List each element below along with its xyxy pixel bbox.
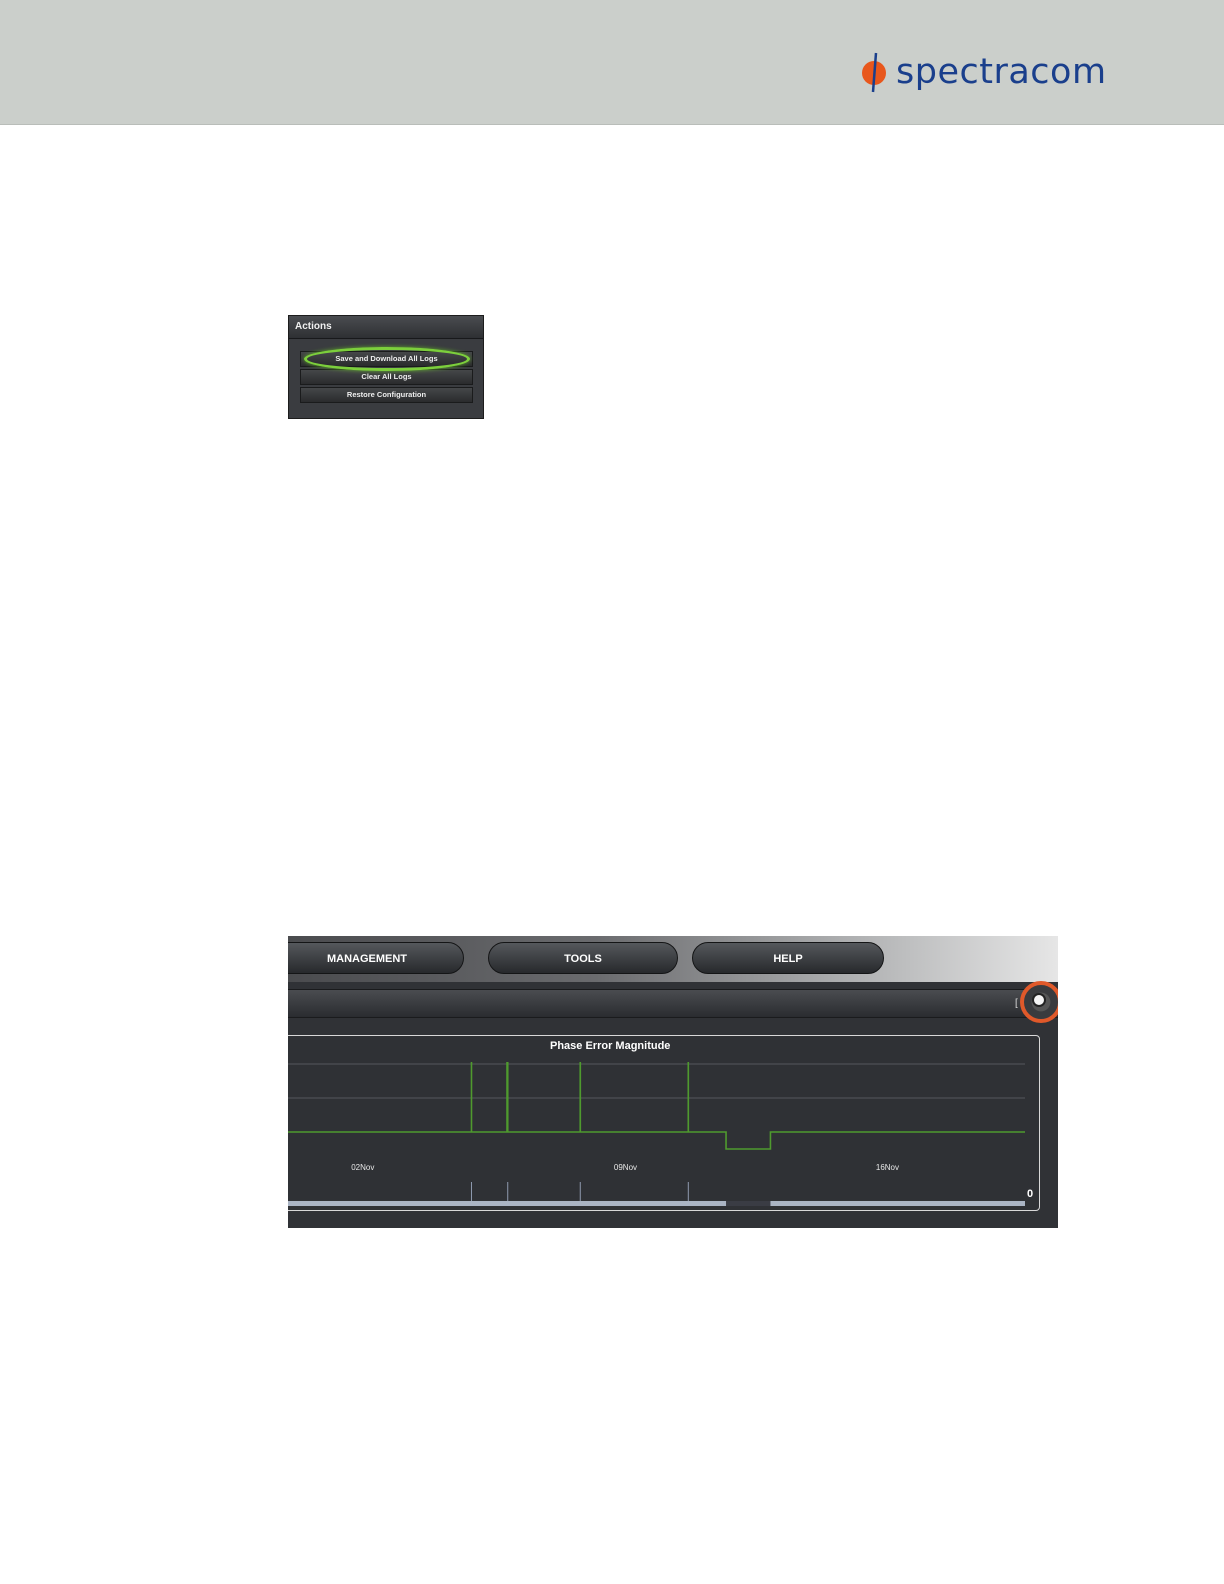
save-and-download-all-logs-button[interactable]: Save and Download All Logs <box>300 351 473 367</box>
phase-error-series-line <box>288 1062 1025 1150</box>
panel-title-bar <box>288 989 1058 1018</box>
chart-title: Phase Error Magnitude <box>550 1040 670 1052</box>
panel-bracket-icon: [ <box>1015 998 1018 1009</box>
nav-management-button[interactable]: MANAGEMENT <box>288 942 464 974</box>
phase-error-screenshot: MANAGEMENT TOOLS HELP [ Phase Error Magn… <box>288 936 1058 1228</box>
phase-error-chart: Phase Error Magnitude 02Nov 09Nov 16Nov 0 <box>288 1035 1040 1211</box>
restore-configuration-button[interactable]: Restore Configuration <box>300 387 473 403</box>
nav-tools-button[interactable]: TOOLS <box>488 942 678 974</box>
x-tick-label: 02Nov <box>351 1163 374 1172</box>
chart-svg: Phase Error Magnitude 02Nov 09Nov 16Nov 0 <box>288 1040 1033 1206</box>
x-tick-label: 09Nov <box>614 1163 637 1172</box>
actions-panel: Actions Save and Download All Logs Clear… <box>288 315 484 419</box>
y-tick-label: 0 <box>1027 1188 1033 1200</box>
overview-strip <box>288 1201 1025 1206</box>
top-nav-bar: MANAGEMENT TOOLS HELP <box>288 936 1058 982</box>
overview-dip <box>726 1201 771 1206</box>
clear-all-logs-button[interactable]: Clear All Logs <box>300 369 473 385</box>
logo-text: spectracom <box>896 51 1107 92</box>
x-tick-label: 16Nov <box>876 1163 899 1172</box>
spectracom-logo: spectracom <box>860 50 1107 94</box>
gear-icon[interactable] <box>1032 993 1046 1007</box>
spectracom-logo-icon <box>862 52 886 93</box>
nav-help-button[interactable]: HELP <box>692 942 884 974</box>
actions-panel-title: Actions <box>289 316 483 339</box>
